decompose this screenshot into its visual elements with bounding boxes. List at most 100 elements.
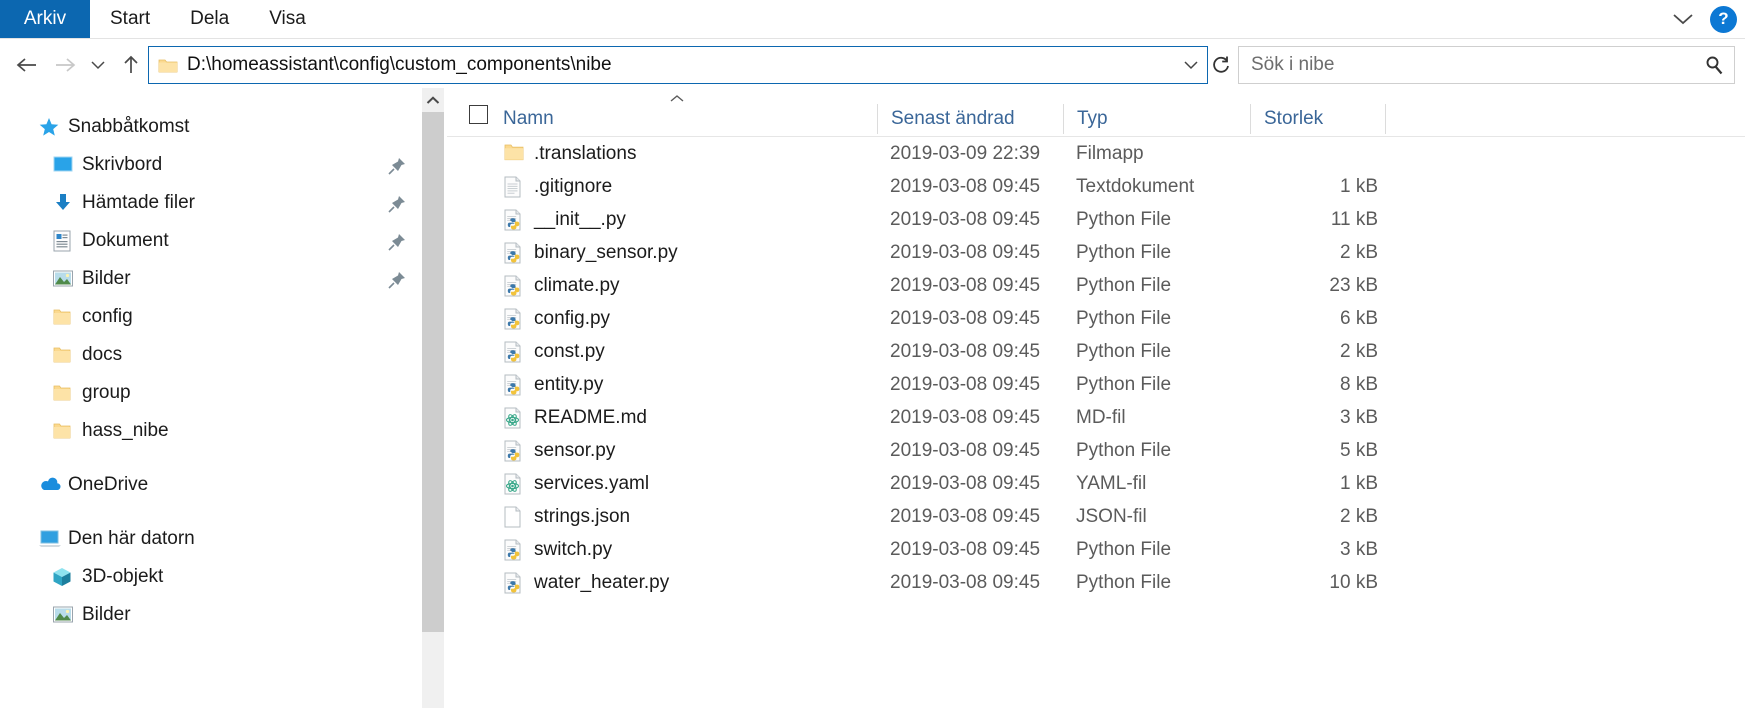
tab-visa[interactable]: Visa — [249, 0, 326, 38]
sidebar-item-bilder[interactable]: Bilder — [0, 260, 420, 298]
sidebar-item-label: Bilder — [82, 268, 131, 289]
atom-file-icon — [503, 473, 525, 495]
tab-arkiv[interactable]: Arkiv — [0, 0, 90, 38]
download-icon — [52, 192, 78, 214]
column-header-row: Namn Senast ändrad Typ Storlek — [447, 92, 1745, 137]
python-file-icon — [503, 242, 525, 264]
table-row[interactable]: .translations 2019-03-09 22:39 Filmapp — [447, 137, 1745, 170]
file-modified-cell: 2019-03-08 09:45 — [890, 538, 1041, 560]
search-box[interactable]: Sök i nibe — [1238, 46, 1735, 84]
navigation-pane-scrollbar[interactable] — [422, 88, 444, 708]
sidebar-item-snabbatkomst[interactable]: Snabbåtkomst — [0, 108, 420, 146]
file-size-cell: 2 kB — [1339, 340, 1378, 362]
table-row[interactable]: strings.json 2019-03-08 09:45 JSON-fil 2 kB — [447, 500, 1745, 533]
pin-icon[interactable] — [388, 271, 406, 289]
sidebar-item-label: Dokument — [82, 230, 169, 251]
scroll-up-icon[interactable] — [422, 88, 444, 112]
folder-icon — [158, 57, 178, 74]
table-row[interactable]: services.yaml 2019-03-08 09:45 YAML-fil 1 k… — [447, 467, 1745, 500]
file-name-cell: strings.json — [534, 505, 631, 527]
pin-icon[interactable] — [388, 157, 406, 175]
tab-arkiv-label: Arkiv — [23, 8, 67, 29]
table-row[interactable]: .gitignore 2019-03-08 09:45 Textdokument 1 … — [447, 170, 1745, 203]
sidebar-item-label: Skrivbord — [82, 154, 163, 175]
sidebar-item-3d-objekt[interactable]: 3D-objekt — [0, 558, 420, 596]
file-type-cell: Python File — [1076, 241, 1172, 263]
sidebar-item-onedrive[interactable]: OneDrive — [0, 466, 420, 504]
file-type-cell: Python File — [1076, 307, 1172, 329]
file-size-cell: 2 kB — [1339, 505, 1378, 527]
up-button[interactable] — [112, 46, 150, 84]
sidebar-item-den-har-datorn[interactable]: Den här datorn — [0, 520, 420, 558]
sidebar-top-gap — [0, 92, 420, 108]
search-input[interactable]: Sök i nibe — [1239, 54, 1694, 76]
sidebar-item-docs[interactable]: docs — [0, 336, 420, 374]
file-size-cell: 11 kB — [1330, 208, 1378, 230]
file-type-cell: Python File — [1076, 571, 1172, 593]
tab-dela[interactable]: Dela — [170, 0, 249, 38]
forward-button[interactable] — [46, 46, 84, 84]
address-bar[interactable]: D:\homeassistant\config\custom_component… — [148, 46, 1208, 84]
pin-icon[interactable] — [388, 233, 406, 251]
table-row[interactable]: config.py 2019-03-08 09:45 Python File 6 kB — [447, 302, 1745, 335]
sidebar-item-skrivbord[interactable]: Skrivbord — [0, 146, 420, 184]
sidebar-item-label: Bilder — [82, 604, 131, 625]
table-row[interactable]: water_heater.py 2019-03-08 09:45 Python Fi… — [447, 566, 1745, 599]
sidebar-item-hass-nibe[interactable]: hass_nibe — [0, 412, 420, 450]
column-header-senast-andrad[interactable]: Senast ändrad — [877, 104, 1015, 134]
folder-icon — [503, 143, 525, 165]
search-icon[interactable] — [1694, 55, 1734, 75]
back-button[interactable] — [8, 46, 46, 84]
select-all-checkbox[interactable] — [469, 105, 488, 124]
file-modified-cell: 2019-03-08 09:45 — [890, 208, 1041, 230]
python-file-icon — [503, 440, 525, 462]
column-header-storlek[interactable]: Storlek — [1250, 104, 1323, 134]
sidebar-item-group[interactable]: group — [0, 374, 420, 412]
file-type-cell: Python File — [1076, 340, 1172, 362]
python-file-icon — [503, 374, 525, 396]
sidebar-item-dokument[interactable]: Dokument — [0, 222, 420, 260]
this-pc-icon — [38, 529, 64, 549]
help-label: ? — [1718, 9, 1729, 28]
table-row[interactable]: binary_sensor.py 2019-03-08 09:45 Python F… — [447, 236, 1745, 269]
column-header-typ[interactable]: Typ — [1063, 104, 1108, 134]
help-button[interactable]: ? — [1710, 5, 1737, 33]
address-dropdown-chevron-down-icon[interactable] — [1175, 47, 1207, 83]
table-row[interactable]: const.py 2019-03-08 09:45 Python File 2 kB — [447, 335, 1745, 368]
file-type-cell: Filmapp — [1076, 142, 1144, 164]
table-row[interactable]: __init__.py 2019-03-08 09:45 Python File 11… — [447, 203, 1745, 236]
file-size-cell: 10 kB — [1329, 571, 1378, 593]
file-modified-cell: 2019-03-08 09:45 — [890, 175, 1041, 197]
recent-locations-button[interactable] — [84, 46, 112, 84]
file-size-cell: 1 kB — [1339, 175, 1378, 197]
ascending-caret-icon — [669, 94, 685, 103]
table-row[interactable]: entity.py 2019-03-08 09:45 Python File 8 kB — [447, 368, 1745, 401]
sidebar-item-label: Den här datorn — [68, 528, 195, 549]
star-icon — [38, 116, 64, 138]
table-row[interactable]: switch.py 2019-03-08 09:45 Python File 3 kB — [447, 533, 1745, 566]
file-size-cell: 3 kB — [1339, 538, 1378, 560]
python-file-icon — [503, 539, 525, 561]
table-row[interactable]: sensor.py 2019-03-08 09:45 Python File 5 kB — [447, 434, 1745, 467]
sidebar-item-hamtade-filer[interactable]: Hämtade filer — [0, 184, 420, 222]
scrollbar-thumb[interactable] — [422, 112, 444, 632]
file-list: Namn Senast ändrad Typ Storlek .translat… — [447, 92, 1745, 708]
column-header-namn[interactable]: Namn — [503, 104, 554, 134]
pin-icon[interactable] — [388, 195, 406, 213]
file-name-cell: config.py — [534, 307, 611, 329]
window-controls: ? — [1670, 0, 1737, 38]
file-name-cell: __init__.py — [534, 208, 626, 230]
file-name-cell: README.md — [534, 406, 647, 428]
chevron-down-icon[interactable] — [1670, 6, 1696, 32]
refresh-icon[interactable] — [1206, 46, 1236, 84]
table-row[interactable]: README.md 2019-03-08 09:45 MD-fil 3 kB — [447, 401, 1745, 434]
table-row[interactable]: climate.py 2019-03-08 09:45 Python File 23 … — [447, 269, 1745, 302]
blank-file-icon — [503, 506, 525, 528]
file-modified-cell: 2019-03-08 09:45 — [890, 406, 1041, 428]
sidebar-item-bilder-pc[interactable]: Bilder — [0, 596, 420, 634]
tab-start[interactable]: Start — [90, 0, 170, 38]
folder-icon — [52, 422, 78, 440]
sidebar-item-config[interactable]: config — [0, 298, 420, 336]
file-name-cell: .translations — [534, 142, 637, 164]
